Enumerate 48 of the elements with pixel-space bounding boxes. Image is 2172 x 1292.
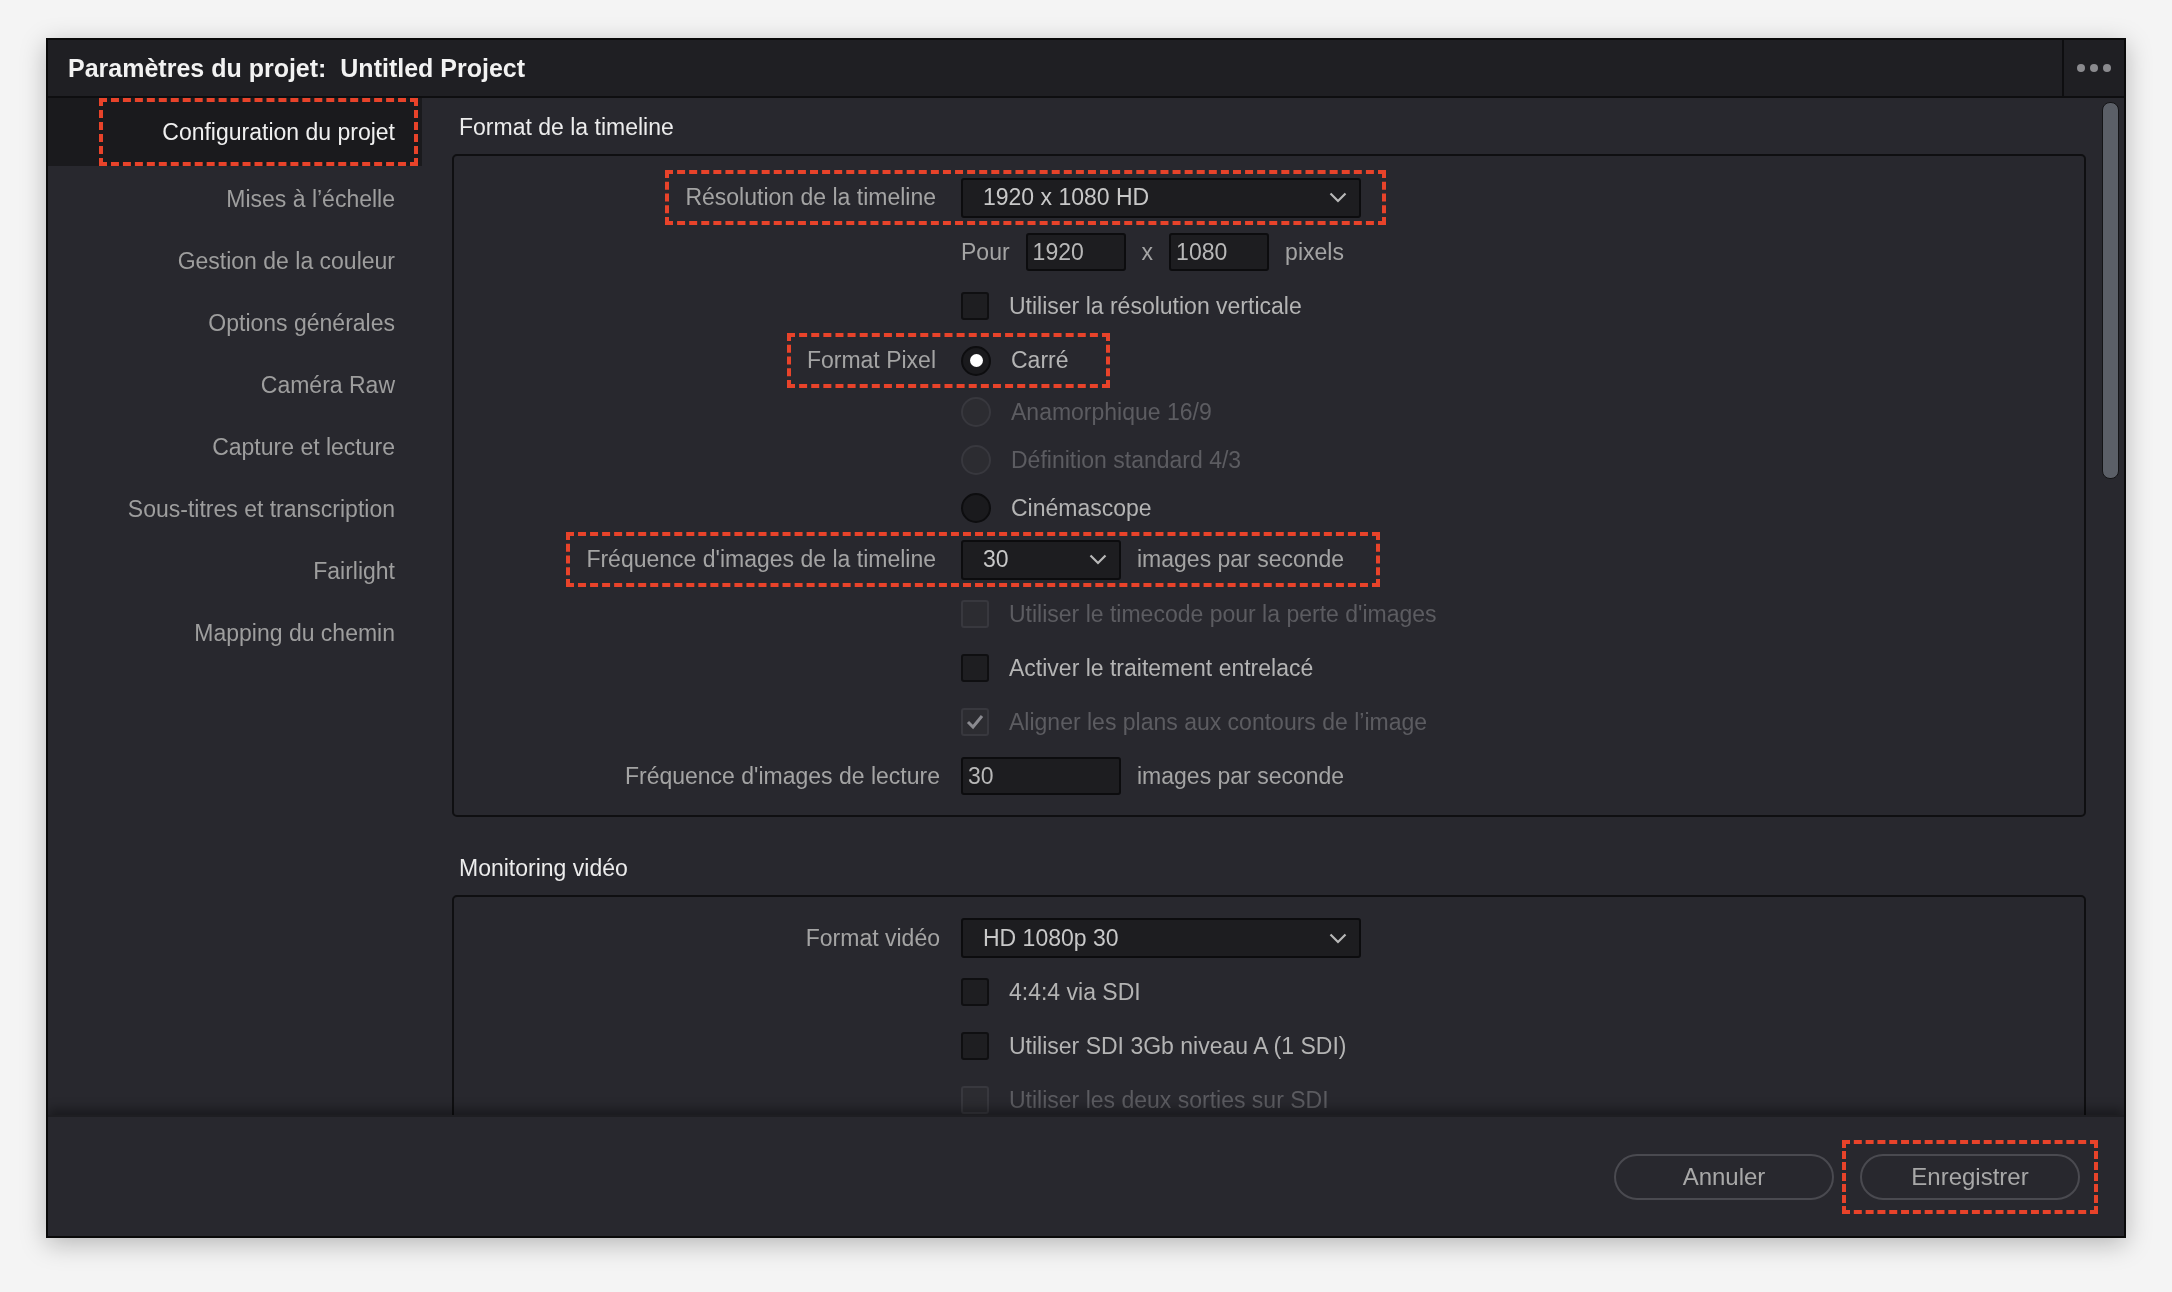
dialog-button[interactable]: Annuler xyxy=(1614,1153,1834,1200)
chevron-down-icon xyxy=(1089,554,1107,565)
unit-label: pixels xyxy=(1285,238,1344,266)
sidebar-item[interactable]: Configuration du projet xyxy=(48,98,422,166)
width-field[interactable]: 1920 xyxy=(1025,233,1126,271)
field-label: Fréquence d'images de lecture xyxy=(624,762,940,790)
sidebar-item[interactable]: Fairlight xyxy=(48,540,422,602)
field-label: Fréquence d'images de la timeline xyxy=(586,546,936,573)
field-label: Résolution de la timeline xyxy=(685,184,936,211)
radio-label: Cinémascope xyxy=(1011,494,1152,522)
dropdown[interactable]: 1920 x 1080 HD xyxy=(961,177,1361,218)
dropdown[interactable]: 30 xyxy=(961,539,1121,580)
field-label: Pour xyxy=(961,238,1010,266)
section-title: Monitoring vidéo xyxy=(458,854,629,883)
unit-label: images par seconde xyxy=(1137,546,1345,573)
radio-button[interactable] xyxy=(961,345,991,376)
section-title: Format de la timeline xyxy=(458,113,675,142)
checkbox[interactable] xyxy=(961,1032,989,1060)
radio-button[interactable] xyxy=(961,493,991,523)
height-field[interactable]: 1080 xyxy=(1169,233,1270,271)
input-field[interactable]: 30 xyxy=(961,757,1121,795)
separator-label: x xyxy=(1141,238,1154,266)
checkbox[interactable] xyxy=(961,654,989,682)
radio-label: Carré xyxy=(1011,347,1069,374)
sidebar-item[interactable]: Caméra Raw xyxy=(48,354,422,416)
sidebar-item[interactable]: Gestion de la couleur xyxy=(48,230,422,292)
checkbox-label: Utiliser la résolution verticale xyxy=(1009,292,1302,320)
checkbox[interactable] xyxy=(961,292,989,320)
field-label: Format vidéo xyxy=(805,924,940,952)
sidebar-item[interactable]: Mises à l’échelle xyxy=(48,168,422,230)
chevron-down-icon xyxy=(1329,192,1347,203)
checkbox-label: Activer le traitement entrelacé xyxy=(1009,654,1314,682)
checkbox[interactable] xyxy=(961,978,989,1006)
dropdown[interactable]: HD 1080p 30 xyxy=(961,918,1361,958)
scrollbar-thumb[interactable] xyxy=(2101,102,2119,479)
check-icon xyxy=(965,713,985,731)
more-options-icon[interactable] xyxy=(2076,63,2112,73)
checkbox-label: 4:4:4 via SDI xyxy=(1009,978,1141,1006)
sidebar-item[interactable]: Options générales xyxy=(48,292,422,354)
chevron-down-icon xyxy=(1329,932,1347,944)
checkbox-label: Utiliser SDI 3Gb niveau A (1 SDI) xyxy=(1009,1032,1347,1060)
dialog-button[interactable]: Enregistrer xyxy=(1860,1153,2080,1200)
sidebar-item[interactable]: Sous-titres et transcription xyxy=(48,478,422,540)
sidebar-item[interactable]: Capture et lecture xyxy=(48,416,422,478)
window-title: Paramètres du projet: Untitled Project xyxy=(67,53,527,83)
unit-label: images par seconde xyxy=(1137,762,1345,790)
sidebar-item[interactable]: Mapping du chemin xyxy=(48,602,422,664)
field-label: Format Pixel xyxy=(806,347,936,374)
